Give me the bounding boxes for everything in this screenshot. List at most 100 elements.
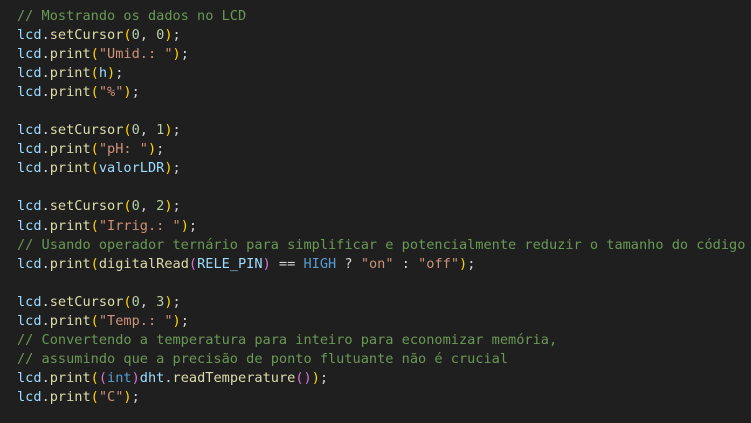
punctuation: ;: [180, 46, 189, 63]
identifier: lcd: [17, 369, 42, 386]
identifier: valorLDR: [98, 160, 165, 177]
code-line[interactable]: // Convertendo a temperatura para inteir…: [17, 331, 751, 350]
identifier: dht: [139, 369, 165, 386]
bracket: (: [90, 84, 99, 101]
bracket: (: [90, 388, 99, 405]
bracket: ): [459, 255, 468, 272]
identifier: lcd: [17, 46, 42, 63]
function-name: print: [49, 141, 91, 158]
punctuation: .: [41, 65, 50, 82]
bracket: (: [123, 198, 132, 215]
bracket: ): [311, 369, 320, 386]
punctuation: ,: [139, 122, 157, 139]
bracket: ): [172, 312, 181, 329]
code-line[interactable]: // assumindo que a precisão de ponto flu…: [17, 350, 751, 369]
code-line[interactable]: lcd.setCursor(0, 2);: [17, 197, 751, 216]
code-line[interactable]: lcd.setCursor(0, 3);: [17, 293, 751, 312]
punctuation: .: [41, 122, 50, 139]
number-literal: 0: [131, 27, 140, 44]
punctuation: ,: [139, 293, 157, 310]
bracket: (: [188, 255, 198, 272]
bracket: ): [123, 388, 132, 405]
code-line[interactable]: lcd.print("pH: ");: [17, 140, 751, 159]
bracket: ): [147, 141, 157, 158]
bracket: (: [90, 46, 99, 63]
function-name: setCursor: [49, 27, 124, 44]
code-line[interactable]: lcd.print("%");: [17, 83, 751, 102]
bracket: ): [164, 160, 173, 177]
code-line[interactable]: [17, 274, 751, 293]
code-line[interactable]: [17, 102, 751, 121]
operator: ?: [336, 255, 361, 272]
bracket: (: [123, 27, 132, 44]
code-line[interactable]: lcd.print("Irrig.: ");: [17, 217, 751, 236]
bracket: (: [98, 369, 108, 386]
code-line[interactable]: lcd.print(h);: [17, 64, 751, 83]
bracket: ): [107, 65, 116, 82]
identifier: lcd: [17, 198, 42, 215]
identifier: lcd: [17, 293, 42, 310]
code-editor[interactable]: // Mostrando os dados no LCD lcd.setCurso…: [0, 0, 751, 423]
bracket: ): [262, 255, 271, 272]
identifier: lcd: [17, 160, 42, 177]
code-comment: // Convertendo a temperatura para inteir…: [17, 331, 558, 348]
function-name: print: [49, 255, 91, 272]
bracket: (: [90, 312, 99, 329]
code-line[interactable]: lcd.print(digitalRead(RELE_PIN) == HIGH …: [17, 255, 751, 274]
function-name: print: [49, 369, 91, 386]
function-name: print: [49, 160, 91, 177]
punctuation: .: [41, 141, 50, 158]
code-line[interactable]: lcd.setCursor(0, 1);: [17, 121, 751, 140]
punctuation: ;: [172, 160, 181, 177]
identifier: h: [98, 65, 108, 82]
code-line[interactable]: [17, 178, 751, 197]
function-name: setCursor: [49, 198, 124, 215]
identifier: lcd: [17, 122, 42, 139]
punctuation: .: [41, 84, 50, 101]
bracket: ): [172, 46, 181, 63]
operator: ==: [270, 255, 304, 272]
bracket: (: [90, 217, 99, 234]
code-line[interactable]: // Usando operador ternário para simplif…: [17, 236, 751, 255]
bracket: ): [164, 122, 173, 139]
code-line[interactable]: lcd.setCursor(0, 0);: [17, 26, 751, 45]
code-line[interactable]: lcd.print(valorLDR);: [17, 159, 751, 178]
punctuation: ;: [131, 84, 140, 101]
bracket: ): [131, 369, 140, 386]
punctuation: ;: [188, 217, 198, 234]
punctuation: ;: [172, 198, 181, 215]
bracket: ): [180, 217, 189, 234]
punctuation: ,: [139, 198, 157, 215]
punctuation: .: [41, 217, 50, 234]
code-line[interactable]: lcd.print((int)dht.readTemperature());: [17, 369, 751, 388]
punctuation: .: [41, 312, 50, 329]
punctuation: .: [164, 369, 173, 386]
bracket: ): [164, 293, 173, 310]
function-name: print: [49, 65, 91, 82]
punctuation: ;: [115, 65, 124, 82]
bracket: (: [295, 369, 304, 386]
bracket: ): [123, 84, 132, 101]
string-literal: "off": [418, 255, 460, 272]
number-literal: 0: [131, 293, 140, 310]
bracket: (: [90, 369, 99, 386]
punctuation: .: [41, 255, 50, 272]
bracket: ): [303, 369, 312, 386]
string-literal: "Umid.: ": [98, 46, 173, 63]
function-name: print: [49, 312, 91, 329]
number-literal: 0: [131, 198, 140, 215]
punctuation: ;: [131, 388, 140, 405]
bracket: (: [90, 141, 99, 158]
identifier: lcd: [17, 255, 42, 272]
code-line[interactable]: // Mostrando os dados no LCD: [17, 7, 751, 26]
string-literal: "C": [98, 388, 124, 405]
code-line[interactable]: lcd.print("C");: [17, 388, 751, 407]
bracket: ): [164, 27, 173, 44]
bracket: ): [164, 198, 173, 215]
string-literal: "Temp.: ": [98, 312, 173, 329]
code-line[interactable]: lcd.print("Umid.: ");: [17, 45, 751, 64]
code-line[interactable]: lcd.print("Temp.: ");: [17, 312, 751, 331]
function-name: readTemperature: [172, 369, 296, 386]
string-literal: "pH: ": [98, 141, 148, 158]
code-comment: // assumindo que a precisão de ponto flu…: [17, 350, 509, 367]
